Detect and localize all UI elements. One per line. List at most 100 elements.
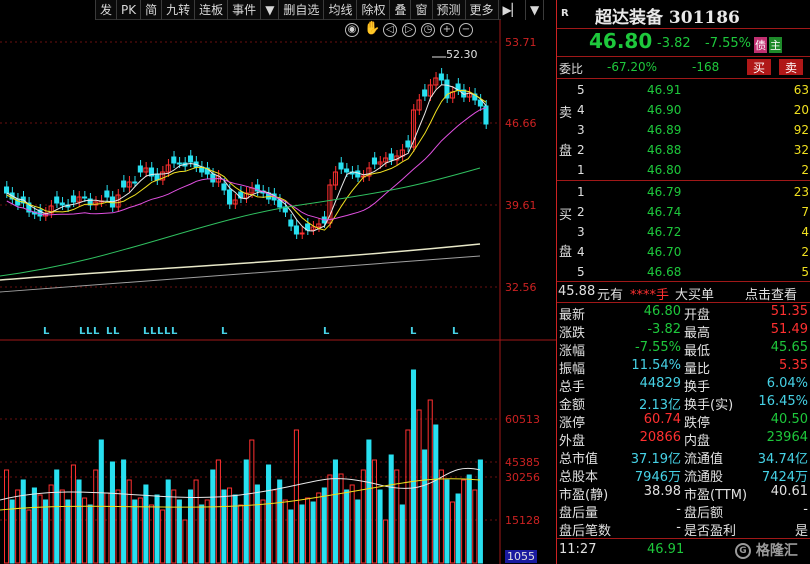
buy-level-1-row[interactable]: 1 46.79 23	[557, 183, 810, 202]
stat-value-left: 46.80	[643, 304, 681, 319]
toolbar-jiuzhuan-button[interactable]: 九转	[162, 0, 196, 20]
buy-level-3-row[interactable]: 3 46.72 4	[557, 223, 810, 242]
volume-bar	[31, 487, 37, 564]
volume-bar	[37, 494, 43, 564]
big-order-click[interactable]: 点击查看	[745, 284, 797, 303]
y-tick-2: 46.66	[505, 117, 537, 130]
toolbar-expand-icon[interactable]: ▼	[526, 0, 545, 20]
buy-button[interactable]: 买	[747, 59, 771, 75]
watermark-logo-icon: G	[735, 543, 751, 559]
toolbar-play-icon[interactable]: ▶▏	[499, 0, 526, 20]
volume-bar	[87, 504, 93, 564]
y-tick-4: 32.56	[505, 281, 537, 294]
candle-body	[226, 189, 233, 205]
buy-level-2-row[interactable]: 2 46.74 7	[557, 203, 810, 222]
volume-bar	[65, 499, 71, 564]
toolbar-more-button[interactable]: 更多	[466, 0, 499, 20]
toolbar-fa-button[interactable]: 发	[95, 0, 118, 20]
zoom-in-icon[interactable]: +	[440, 23, 454, 37]
buy-price: 46.70	[647, 245, 682, 259]
toolbar-jian-button[interactable]: 简	[141, 0, 163, 20]
clock-icon[interactable]: ◷	[421, 23, 435, 37]
big-order-stars: ****手	[630, 288, 670, 303]
l-marker: L	[410, 326, 417, 337]
toolbar-window-button[interactable]: 窗	[411, 0, 433, 20]
hand-icon[interactable]: ✋	[364, 22, 380, 37]
candle-body	[82, 196, 88, 199]
stat-value-left: 2.13亿	[639, 398, 681, 413]
volume-bar	[210, 469, 216, 564]
stat-label-right: 换手(实)	[684, 398, 734, 413]
bond-tag[interactable]: 债	[754, 37, 767, 53]
buy-volume: 5	[801, 265, 809, 279]
buy-level: 1	[577, 185, 585, 199]
toolbar-shijian-button[interactable]: 事件	[228, 0, 262, 20]
buy-level: 4	[577, 245, 585, 259]
rewind-icon[interactable]: ◁	[383, 23, 397, 37]
volume-bar	[143, 484, 149, 564]
toolbar-forecast-button[interactable]: 预测	[433, 0, 466, 20]
kline-svg[interactable]	[0, 0, 556, 564]
stat-value-right: -	[803, 502, 808, 517]
sell-volume: 63	[793, 83, 809, 97]
stat-value-right: 7424万	[761, 470, 808, 485]
chart-icon-row: ◉ ✋ ◁ ▷ ◷ + −	[345, 22, 473, 39]
stat-label-right: 是否盈利	[684, 524, 737, 539]
toolbar-lianban-button[interactable]: 连板	[195, 0, 229, 20]
candle-body	[338, 162, 344, 170]
stat-row: 振幅 11.54% 量比 5.35	[557, 358, 810, 377]
volume-bar	[109, 461, 115, 564]
main-tag[interactable]: 主	[769, 37, 782, 53]
stat-row: 最新 46.80 开盘 51.35	[557, 304, 810, 323]
l-marker: L	[164, 326, 171, 337]
volume-bar	[20, 479, 26, 564]
volume-bar	[43, 499, 49, 564]
volume-bar	[171, 489, 177, 564]
sell-level: 5	[577, 83, 585, 97]
vol-tick-2: 45385	[505, 456, 540, 469]
eye-icon[interactable]: ◉	[345, 23, 359, 37]
weibi-diff: -168	[692, 60, 720, 74]
stat-label-left: 盘后量	[559, 506, 599, 521]
play-icon[interactable]: ▷	[402, 23, 416, 37]
title-row: R 超达装备 301186	[557, 0, 810, 28]
volume-bar	[472, 489, 478, 564]
stat-row: 外盘 20866 内盘 23964	[557, 430, 810, 449]
stat-label-right: 盘后额	[684, 506, 724, 521]
sell-price: 46.90	[647, 103, 682, 117]
volume-bar	[193, 479, 199, 564]
volume-bar	[126, 479, 132, 564]
buy-volume: 7	[801, 205, 809, 219]
stat-label-right: 最低	[684, 344, 711, 359]
volume-bar	[232, 494, 238, 564]
l-marker: L	[93, 326, 100, 337]
buy-level-5-row[interactable]: 5 46.68 5	[557, 263, 810, 282]
toolbar-ma-button[interactable]: 均线	[324, 0, 358, 20]
buy-level-4-row[interactable]: 4 46.70 2	[557, 243, 810, 262]
sell-level-2-row[interactable]: 4 46.90 20	[557, 101, 810, 120]
volume-bar	[405, 429, 411, 564]
kline-chart-area[interactable]: 发 PK 简 九转 连板 事件 ▼ 删自选 均线 除权 叠 窗 预测 更多 ▶▏…	[0, 0, 556, 564]
candle-body	[221, 183, 227, 191]
sell-level-3-row[interactable]: 3 46.89 92	[557, 121, 810, 140]
volume-bar	[310, 501, 316, 564]
toolbar-pk-button[interactable]: PK	[117, 0, 142, 20]
zoom-out-icon[interactable]: −	[459, 23, 473, 37]
vol-ma5-line	[0, 467, 481, 501]
y-tick-1: 53.71	[505, 36, 537, 49]
toolbar-delete-watchlist-button[interactable]: 删自选	[279, 0, 325, 20]
volume-bar	[383, 519, 389, 564]
stat-label-left: 涨跌	[559, 326, 586, 341]
sell-level-1-row[interactable]: 5 46.91 63	[557, 81, 810, 100]
volume-bar	[477, 459, 483, 564]
volume-bar	[132, 499, 138, 564]
sell-level-4-row[interactable]: 2 46.88 32	[557, 141, 810, 160]
sell-button[interactable]: 卖	[779, 59, 803, 75]
stock-name: 超达装备 301186	[595, 8, 740, 28]
toolbar-dropdown-icon[interactable]: ▼	[261, 0, 280, 20]
candle-body	[422, 89, 428, 97]
toolbar-overlay-button[interactable]: 叠	[390, 0, 412, 20]
big-order-row[interactable]: 45.88 元有 ****手 大买单 点击查看	[557, 284, 810, 303]
toolbar-exright-button[interactable]: 除权	[357, 0, 391, 20]
sell-level-5-row[interactable]: 1 46.80 2	[557, 161, 810, 180]
